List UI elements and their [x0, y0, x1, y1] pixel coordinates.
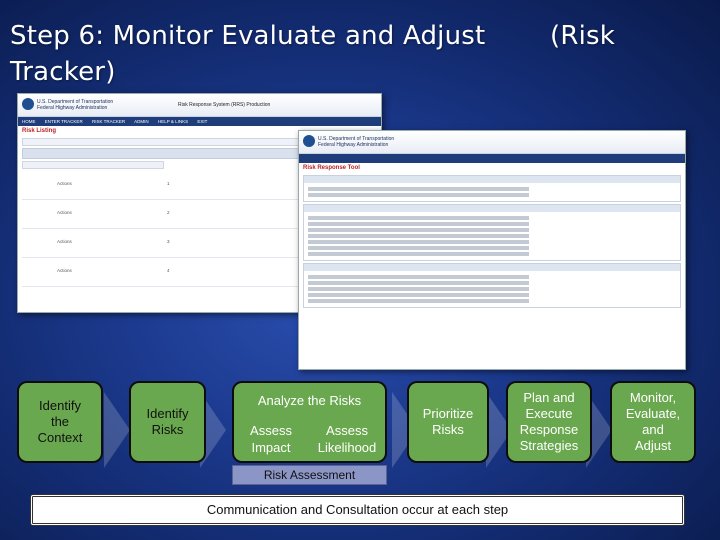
row-action: Actions: [57, 268, 72, 273]
nav-item: HOME: [22, 119, 36, 124]
plan-execute-box: Plan and Execute Response Strategies: [506, 381, 592, 463]
screenshot-section: [303, 263, 681, 308]
screenshot-section: [303, 204, 681, 261]
screenshot-header: U.S. Department of Transportation Federa…: [299, 131, 685, 154]
prioritize-risks-box: Prioritize Risks: [407, 381, 489, 463]
assess-impact-label: Assess Impact: [250, 423, 292, 455]
monitor-evaluate-box: Monitor, Evaluate, and Adjust: [610, 381, 696, 463]
identify-risks-box: Identify Risks: [129, 381, 206, 463]
screenshot-section: [303, 175, 681, 202]
screenshot-org: U.S. Department of Transportation Federa…: [37, 99, 114, 111]
title-risk: (Risk: [550, 21, 616, 51]
analyze-risks-box: Analyze the Risks Assess Impact Assess L…: [232, 381, 387, 463]
row-action: Actions: [57, 239, 72, 244]
plan-execute-label: Plan and Execute Response Strategies: [519, 390, 579, 453]
identify-context-box: Identify the Context: [17, 381, 103, 463]
identify-context-label: Identify the Context: [37, 398, 83, 445]
arrow-shape: [104, 392, 130, 468]
communication-bar: Communication and Consultation occur at …: [30, 494, 685, 526]
screenshot-nav: HOME ENTER TRACKER RISK TRACKER ADMIN HE…: [18, 117, 381, 126]
slide-title: Step 6: Monitor Evaluate and Adjust (Ris…: [10, 18, 710, 87]
nav-item: ADMIN: [134, 119, 149, 124]
dot-logo-icon: [22, 98, 34, 110]
screenshot-header: U.S. Department of Transportation Federa…: [18, 94, 381, 117]
dot-logo-icon: [303, 135, 315, 147]
row-action: Actions: [57, 210, 72, 215]
row-number: 1: [167, 181, 170, 186]
identify-risks-label: Identify Risks: [146, 406, 189, 437]
prioritize-risks-label: Prioritize Risks: [422, 406, 474, 437]
screenshot-page-title: Risk Response Tool: [303, 165, 360, 171]
nav-item: RISK TRACKER: [91, 119, 126, 124]
title-line-2: Tracker): [10, 57, 116, 87]
row-number: 4: [167, 268, 170, 273]
nav-item: ENTER TRACKER: [44, 119, 83, 124]
row-action: Actions: [57, 181, 72, 186]
screenshot-app-name: Risk Response System (RRS) Production: [178, 102, 271, 108]
risk-assessment-bar: Risk Assessment: [232, 465, 387, 485]
row-number: 2: [167, 210, 170, 215]
nav-item: EXIT: [197, 119, 208, 124]
row-number: 3: [167, 239, 170, 244]
screenshot-filter: [22, 161, 164, 169]
title-line-1: Step 6: Monitor Evaluate and Adjust: [10, 21, 486, 51]
risk-response-screenshot: U.S. Department of Transportation Federa…: [298, 130, 686, 370]
screenshot-org: U.S. Department of Transportation Federa…: [318, 136, 395, 148]
assess-likelihood-label: Assess Likelihood: [317, 423, 377, 455]
screenshot-nav: [299, 154, 685, 163]
monitor-evaluate-label: Monitor, Evaluate, and Adjust: [625, 390, 681, 453]
analyze-risks-label: Analyze the Risks: [257, 393, 362, 408]
nav-item: HELP & LINKS: [157, 119, 189, 124]
